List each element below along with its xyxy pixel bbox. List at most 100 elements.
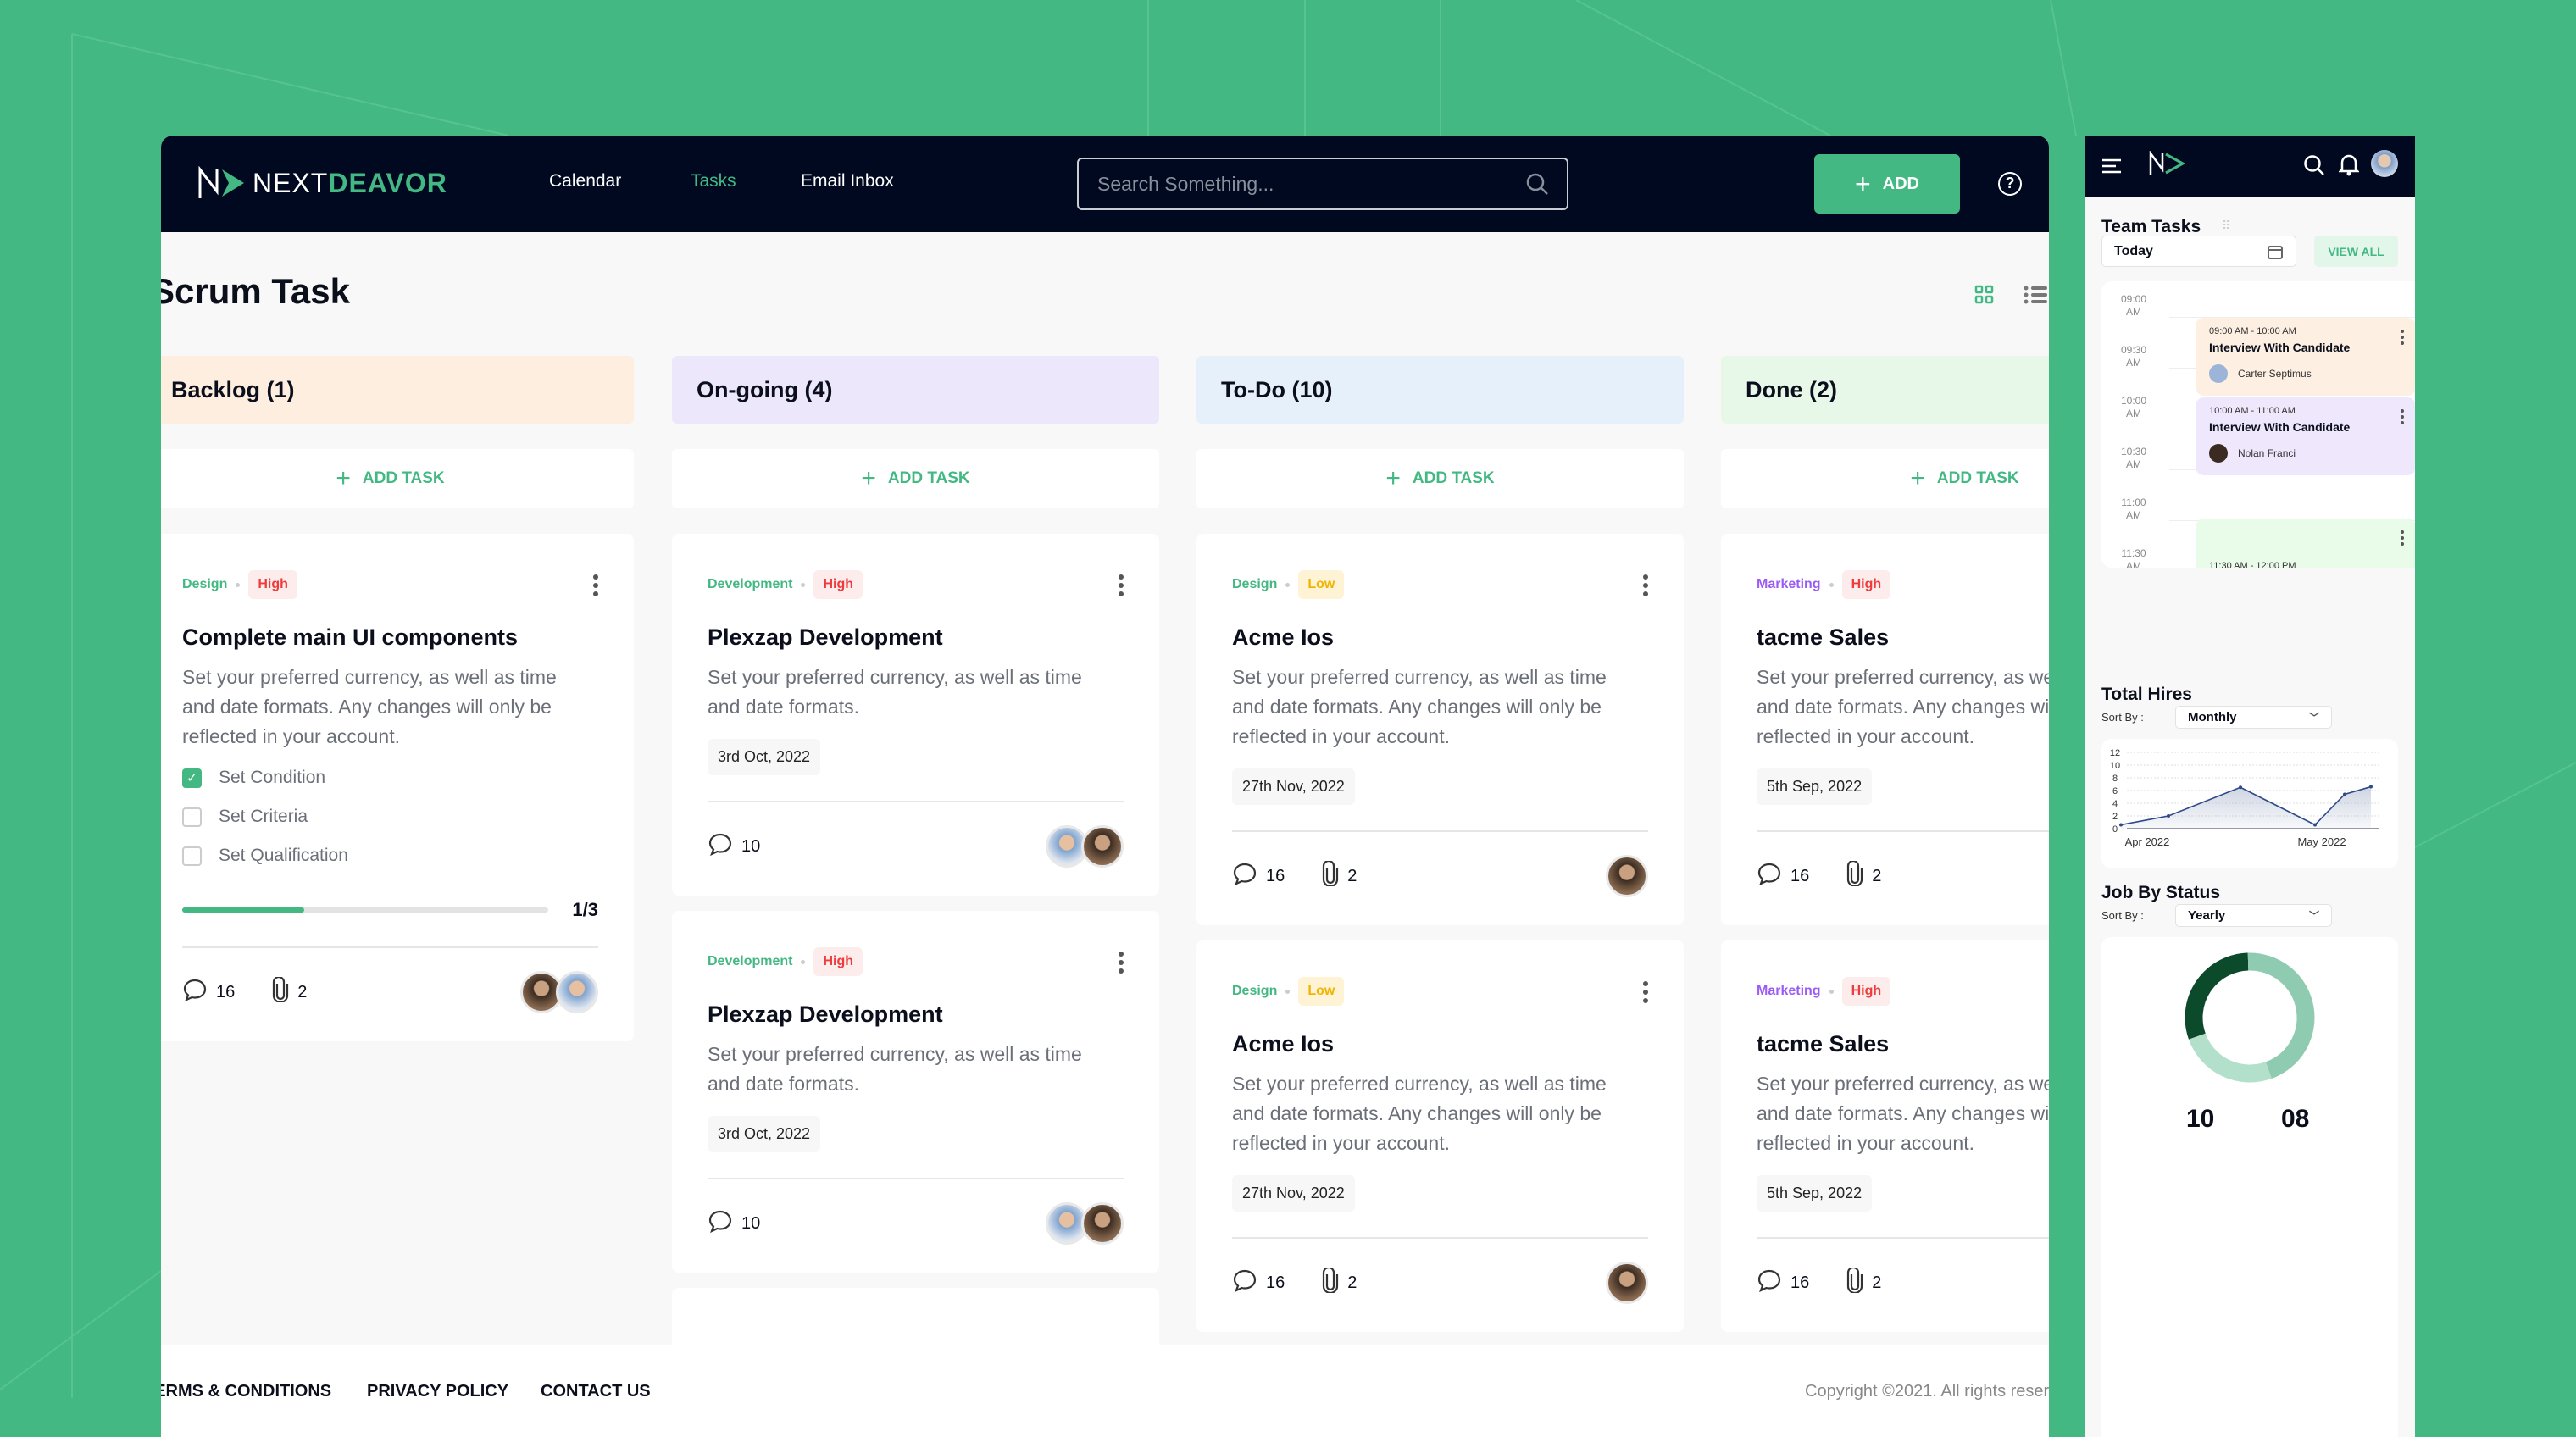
add-task-button[interactable]: + ADD TASK: [1196, 449, 1684, 508]
add-button[interactable]: + ADD: [1814, 154, 1960, 214]
separator-dot: [236, 582, 241, 587]
attachments-count[interactable]: 2: [1846, 1266, 1882, 1298]
job-status-sort-select[interactable]: Yearly ﹀: [2175, 904, 2332, 927]
user-avatar[interactable]: [2371, 150, 2398, 177]
job-status-donut: [2185, 952, 2315, 1083]
more-options-icon[interactable]: [1119, 574, 1124, 596]
main-window: NEXTDEAVOR Calendar Tasks Email Inbox + A…: [161, 136, 2049, 1437]
add-task-button[interactable]: + ADD TASK: [161, 449, 634, 508]
calendar-event[interactable]: 10:00 AM - 11:00 AM Interview With Candid…: [2196, 397, 2415, 475]
chevron-down-icon: ﹀: [2308, 712, 2319, 724]
event-title: Interview With Candidate: [2209, 420, 2351, 434]
column-header: Backlog (1): [161, 356, 634, 424]
nav-email-inbox[interactable]: Email Inbox: [801, 171, 894, 191]
data-point: [2369, 785, 2373, 789]
bell-icon[interactable]: [2339, 153, 2359, 176]
more-options-icon[interactable]: [2401, 330, 2404, 345]
nav-tasks[interactable]: Tasks: [691, 171, 736, 191]
checklist-label: Set Condition: [219, 768, 326, 787]
more-options-icon[interactable]: [2401, 409, 2404, 424]
more-options-icon[interactable]: [1643, 981, 1648, 1003]
comments-count[interactable]: 16: [1757, 862, 1809, 890]
checklist-item[interactable]: ✓ Set Condition: [182, 763, 598, 792]
attachments-count[interactable]: 2: [1322, 1266, 1357, 1298]
date-picker[interactable]: Today: [2101, 236, 2296, 267]
checklist-item[interactable]: Set Qualification: [182, 841, 598, 870]
comments-count[interactable]: 16: [182, 978, 235, 1007]
attachments-value: 2: [1872, 1273, 1882, 1292]
comments-value: 10: [741, 836, 761, 856]
logo-text-light: NEXT: [253, 167, 329, 198]
more-options-icon[interactable]: [1119, 952, 1124, 974]
avatar[interactable]: [1606, 855, 1648, 897]
calendar-event[interactable]: 11:30 AM - 12:00 PM: [2196, 519, 2415, 568]
task-title: Plexzap Development: [708, 1001, 943, 1027]
comments-count[interactable]: 16: [1232, 1268, 1285, 1297]
brand-logo[interactable]: NEXTDEAVOR: [197, 166, 447, 200]
question-circle-icon[interactable]: ?: [1998, 172, 2022, 196]
assignee-avatars: [1046, 825, 1124, 868]
search-icon[interactable]: [2303, 154, 2325, 176]
donut-slice: [2188, 1033, 2272, 1083]
task-description: Set your preferred currency, as well as …: [182, 666, 557, 747]
footer-link-terms[interactable]: TERMS & CONDITIONS: [161, 1382, 331, 1401]
calendar-event[interactable]: 09:00 AM - 10:00 AM Interview With Candid…: [2196, 318, 2415, 396]
comments-count[interactable]: 16: [1757, 1268, 1809, 1297]
attachments-count[interactable]: 2: [272, 975, 307, 1007]
avatar[interactable]: [556, 971, 598, 1013]
task-title: Plexzap Development: [708, 624, 943, 650]
comment-icon: [1232, 1268, 1257, 1297]
checklist-item[interactable]: Set Criteria: [182, 802, 598, 831]
separator-dot: [1285, 989, 1291, 994]
attachments-value: 2: [1347, 1273, 1357, 1292]
avatar[interactable]: [1606, 1262, 1648, 1304]
time-label: 10:30 AM: [2120, 446, 2147, 470]
divider: [1757, 1237, 2049, 1239]
task-card[interactable]: Development High Plexzap Development Set yo…: [672, 534, 1159, 896]
task-card[interactable]: Development High Plexzap Development Set yo…: [672, 911, 1159, 1273]
add-task-button[interactable]: + ADD TASK: [672, 449, 1159, 508]
total-hires-sort-select[interactable]: Monthly ﹀: [2175, 706, 2332, 729]
y-tick-label: 8: [2112, 774, 2118, 784]
more-options-icon[interactable]: [1643, 574, 1648, 596]
avatar[interactable]: [1081, 825, 1124, 868]
attachments-count[interactable]: 2: [1846, 859, 1881, 891]
comments-count[interactable]: 16: [1232, 862, 1285, 890]
category-tag: Marketing: [1757, 577, 1821, 591]
more-options-icon[interactable]: [2401, 530, 2404, 546]
search-input[interactable]: [1097, 172, 1504, 196]
view-all-button[interactable]: VIEW ALL: [2314, 236, 2398, 267]
plus-icon: +: [1910, 464, 1925, 492]
comments-value: 16: [1266, 1273, 1285, 1292]
task-description: Set your preferred currency, as well as …: [1757, 1073, 2049, 1154]
task-card[interactable]: Design Low Acme Ios Set your preferred curr…: [1196, 534, 1684, 925]
grid-view-icon[interactable]: [1974, 285, 1995, 305]
comment-icon: [708, 1209, 733, 1238]
checkbox[interactable]: [182, 807, 202, 827]
comments-count[interactable]: 10: [708, 1209, 760, 1238]
progress-bar: [182, 907, 549, 913]
checkbox[interactable]: ✓: [182, 768, 202, 788]
checkbox[interactable]: [182, 846, 202, 866]
footer-link-contact[interactable]: CONTACT US: [541, 1382, 651, 1401]
job-status-chart-card: 10 08: [2101, 937, 2398, 1437]
menu-icon[interactable]: [2101, 158, 2122, 175]
attachments-count[interactable]: 2: [1322, 859, 1357, 891]
plus-icon: +: [336, 464, 351, 492]
comments-count[interactable]: 10: [708, 832, 760, 861]
task-card[interactable]: Marketing High tacme Sales Set your preferr…: [1721, 534, 2049, 925]
task-card[interactable]: Marketing High tacme Sales Set your preferr…: [1721, 940, 2049, 1332]
task-card[interactable]: Design High Complete main UI components Set…: [161, 534, 634, 1041]
drag-handle-icon[interactable]: ⠿: [2222, 219, 2230, 233]
more-options-icon[interactable]: [593, 574, 598, 596]
comments-value: 10: [741, 1213, 761, 1233]
footer-link-privacy[interactable]: PRIVACY POLICY: [367, 1382, 508, 1401]
time-label: 10:00 AM: [2120, 395, 2147, 419]
separator-dot: [1829, 989, 1834, 994]
nav-calendar[interactable]: Calendar: [549, 171, 621, 191]
avatar[interactable]: [1081, 1202, 1124, 1245]
add-task-button[interactable]: + ADD TASK: [1721, 449, 2049, 508]
search-icon[interactable]: [1526, 173, 1548, 195]
list-view-icon[interactable]: [2024, 285, 2047, 305]
task-card[interactable]: Design Low Acme Ios Set your preferred curr…: [1196, 940, 1684, 1332]
